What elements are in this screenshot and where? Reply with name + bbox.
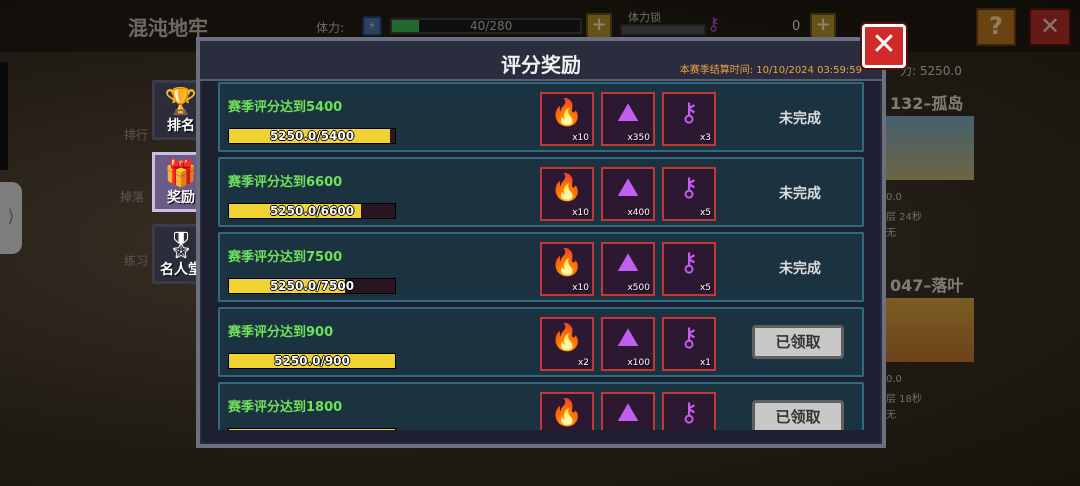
reward-item-slot[interactable]: 🔥 x10 <box>540 167 594 221</box>
reward-item-quantity: x3 <box>699 133 711 143</box>
score-progress-bar: 5250.0/6600 <box>228 203 396 219</box>
claimed-button[interactable]: 已领取 <box>752 400 844 430</box>
reward-item-slot[interactable]: ⛰ x500 <box>601 242 655 296</box>
score-progress-bar: 5250.0/1800 <box>228 428 396 430</box>
incomplete-status: 未完成 <box>779 261 821 277</box>
purple-key-icon: ⚷ <box>679 248 699 278</box>
purple-ore-icon: ⛰ <box>617 98 639 128</box>
score-progress-text: 5250.0/7500 <box>269 279 355 293</box>
reward-item-slot[interactable]: 🔥 x2 <box>540 317 594 371</box>
reward-item-slot[interactable]: ⚷ <box>662 392 716 430</box>
reward-threshold-title: 赛季评分达到1800 <box>228 400 343 415</box>
reward-row: 赛季评分达到7500 5250.0/7500 🔥 x10 ⛰ x500 ⚷ x5 未完成 <box>218 232 864 302</box>
reward-item-quantity: x10 <box>572 283 589 293</box>
treasure-chest-icon: 🎁 <box>164 159 198 189</box>
season-end-time: 本赛季结算时间: 10/10/2024 03:59:59 <box>679 65 862 76</box>
reward-item-quantity: x350 <box>627 133 650 143</box>
score-progress-text: 5250.0/6600 <box>269 204 355 218</box>
reward-item-slot[interactable]: ⚷ x5 <box>662 242 716 296</box>
reward-item-slot[interactable]: 🔥 x10 <box>540 92 594 146</box>
reward-item-slot[interactable]: ⛰ x100 <box>601 317 655 371</box>
trophy-icon: 🏆 <box>164 87 198 117</box>
purple-key-icon: ⚷ <box>679 323 699 353</box>
reward-threshold-title: 赛季评分达到7500 <box>228 250 343 265</box>
purple-ore-icon: ⛰ <box>617 173 639 203</box>
reward-row: 赛季评分达到900 5250.0/900 🔥 x2 ⛰ x100 ⚷ x1 已领取 <box>218 307 864 377</box>
reward-item-quantity: x10 <box>572 208 589 218</box>
incomplete-status: 未完成 <box>779 111 821 127</box>
incomplete-status: 未完成 <box>779 186 821 202</box>
purple-flame-icon: 🔥 <box>550 323 584 353</box>
purple-key-icon: ⚷ <box>679 173 699 203</box>
reward-row: 赛季评分达到6600 5250.0/6600 🔥 x10 ⛰ x400 ⚷ x5 未完成 <box>218 157 864 227</box>
reward-item-slot[interactable]: ⛰ x400 <box>601 167 655 221</box>
purple-ore-icon: ⛰ <box>617 398 639 428</box>
reward-list[interactable]: 赛季评分达到5400 5250.0/5400 🔥 x10 ⛰ x350 ⚷ x3 未完成 赛季评分… <box>214 80 868 430</box>
hall-of-fame-icon: 🎖 <box>164 231 198 261</box>
claimed-button[interactable]: 已领取 <box>752 325 844 359</box>
reward-item-quantity: x2 <box>577 358 589 368</box>
reward-item-slot[interactable]: ⛰ x350 <box>601 92 655 146</box>
purple-key-icon: ⚷ <box>679 98 699 128</box>
purple-flame-icon: 🔥 <box>550 98 584 128</box>
reward-item-quantity: x10 <box>572 133 589 143</box>
score-progress-text: 5250.0/900 <box>274 354 350 368</box>
purple-flame-icon: 🔥 <box>550 248 584 278</box>
purple-ore-icon: ⛰ <box>617 248 639 278</box>
reward-item-slot[interactable]: 🔥 x10 <box>540 242 594 296</box>
purple-flame-icon: 🔥 <box>550 398 584 428</box>
purple-key-icon: ⚷ <box>679 398 699 428</box>
score-progress-bar: 5250.0/5400 <box>228 128 396 144</box>
score-progress-bar: 5250.0/900 <box>228 353 396 369</box>
reward-item-quantity: x500 <box>627 283 650 293</box>
score-progress-text: 5250.0/5400 <box>269 129 355 143</box>
score-progress-text: 5250.0/1800 <box>229 429 395 430</box>
purple-flame-icon: 🔥 <box>550 173 584 203</box>
modal-close-button[interactable]: ✕ <box>862 24 906 68</box>
reward-item-quantity: x400 <box>627 208 650 218</box>
reward-threshold-title: 赛季评分达到6600 <box>228 175 343 190</box>
reward-item-quantity: x5 <box>699 208 711 218</box>
reward-threshold-title: 赛季评分达到5400 <box>228 100 343 115</box>
reward-threshold-title: 赛季评分达到900 <box>228 325 334 340</box>
score-progress-bar: 5250.0/7500 <box>228 278 396 294</box>
reward-row: 赛季评分达到5400 5250.0/5400 🔥 x10 ⛰ x350 ⚷ x3 未完成 <box>218 82 864 152</box>
reward-item-quantity: x5 <box>699 283 711 293</box>
reward-item-slot[interactable]: ⚷ x5 <box>662 167 716 221</box>
reward-item-slot[interactable]: ⛰ <box>601 392 655 430</box>
reward-item-slot[interactable]: ⚷ x1 <box>662 317 716 371</box>
reward-item-quantity: x1 <box>699 358 711 368</box>
modal-header: 评分奖励 本赛季结算时间: 10/10/2024 03:59:59 <box>200 41 882 81</box>
reward-row: 赛季评分达到1800 5250.0/1800 🔥 ⛰ ⚷ 已领取 <box>218 382 864 430</box>
reward-item-slot[interactable]: 🔥 <box>540 392 594 430</box>
reward-item-quantity: x100 <box>627 358 650 368</box>
reward-item-slot[interactable]: ⚷ x3 <box>662 92 716 146</box>
purple-ore-icon: ⛰ <box>617 323 639 353</box>
